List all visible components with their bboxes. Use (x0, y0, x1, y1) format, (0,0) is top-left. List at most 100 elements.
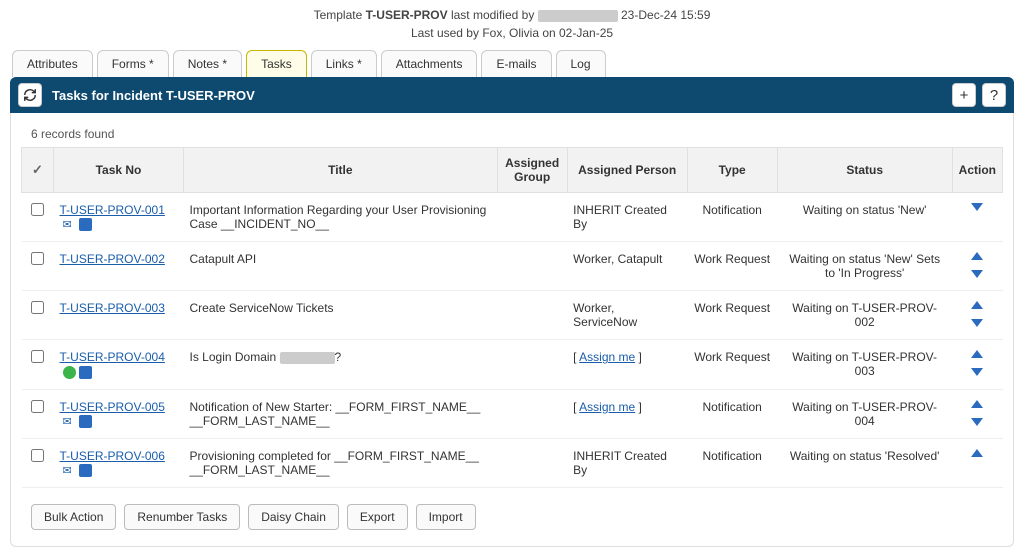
table-row: T-USER-PROV-002Catapult APIWorker, Catap… (22, 242, 1003, 291)
table-row: T-USER-PROV-006✉Provisioning completed f… (22, 438, 1003, 487)
assigned-group (497, 340, 567, 389)
move-down-icon[interactable] (971, 270, 983, 278)
assigned-person: [ Assign me ] (567, 389, 687, 438)
tab-attachments[interactable]: Attachments (381, 50, 478, 77)
task-link[interactable]: T-USER-PROV-004 (60, 350, 165, 364)
form-icon (79, 415, 92, 428)
assigned-person: INHERIT Created By (567, 438, 687, 487)
tab-emails[interactable]: E-mails (481, 50, 551, 77)
task-link[interactable]: T-USER-PROV-001 (60, 203, 165, 217)
task-type: Work Request (687, 291, 777, 340)
records-found: 6 records found (11, 113, 1013, 147)
refresh-icon (23, 88, 37, 102)
table-row: T-USER-PROV-001✉ Important Information Re… (22, 193, 1003, 242)
assigned-person: Worker, ServiceNow (567, 291, 687, 340)
row-checkbox[interactable] (31, 350, 44, 363)
assigned-person: [ Assign me ] (567, 340, 687, 389)
task-title: Important Information Regarding your Use… (184, 193, 498, 242)
mail-icon: ✉ (63, 464, 76, 477)
row-checkbox[interactable] (31, 252, 44, 265)
table-row: T-USER-PROV-005✉Notification of New Star… (22, 389, 1003, 438)
question-icon: ? (990, 87, 998, 104)
row-actions (952, 340, 1002, 389)
task-title: Create ServiceNow Tickets (184, 291, 498, 340)
tab-links[interactable]: Links * (311, 50, 377, 77)
task-link[interactable]: T-USER-PROV-003 (60, 301, 165, 315)
tab-log[interactable]: Log (556, 50, 606, 77)
last-used-text: Last used by Fox, Olivia on 02-Jan-25 (0, 24, 1024, 42)
assign-me-link[interactable]: Assign me (579, 350, 635, 364)
tab-attributes[interactable]: Attributes (12, 50, 93, 77)
task-status: Waiting on status 'New' Sets to 'In Prog… (777, 242, 952, 291)
export-button[interactable]: Export (347, 504, 408, 530)
row-actions (952, 389, 1002, 438)
assigned-person: Worker, Catapult (567, 242, 687, 291)
move-up-icon[interactable] (971, 301, 983, 309)
row-checkbox[interactable] (31, 400, 44, 413)
row-actions (952, 291, 1002, 340)
row-actions (952, 193, 1002, 242)
col-assigned-person[interactable]: Assigned Person (567, 148, 687, 193)
assign-me-link[interactable]: Assign me (579, 400, 635, 414)
task-status: Waiting on T-USER-PROV-003 (777, 340, 952, 389)
table-row: T-USER-PROV-004Is Login Domain XX?[ Assi… (22, 340, 1003, 389)
daisy-chain-button[interactable]: Daisy Chain (248, 504, 339, 530)
move-down-icon[interactable] (971, 319, 983, 327)
template-id: T-USER-PROV (366, 8, 448, 22)
table-header-row: ✓ Task No Title Assigned Group Assigned … (22, 148, 1003, 193)
move-down-icon[interactable] (971, 418, 983, 426)
renumber-tasks-button[interactable]: Renumber Tasks (124, 504, 240, 530)
help-button[interactable]: ? (982, 83, 1006, 107)
plus-icon: + (960, 87, 969, 104)
col-type[interactable]: Type (687, 148, 777, 193)
task-status: Waiting on T-USER-PROV-004 (777, 389, 952, 438)
task-link[interactable]: T-USER-PROV-005 (60, 400, 165, 414)
meta-text: 23-Dec-24 15:59 (618, 8, 711, 22)
row-actions (952, 438, 1002, 487)
col-action[interactable]: Action (952, 148, 1002, 193)
tab-tasks[interactable]: Tasks (246, 50, 307, 77)
assigned-group (497, 291, 567, 340)
task-type: Work Request (687, 242, 777, 291)
assigned-group (497, 438, 567, 487)
table-row: T-USER-PROV-003 Create ServiceNow Tickets… (22, 291, 1003, 340)
col-task-no[interactable]: Task No (54, 148, 184, 193)
move-up-icon[interactable] (971, 400, 983, 408)
task-link[interactable]: T-USER-PROV-002 (60, 252, 165, 266)
panel-title: Tasks for Incident T-USER-PROV (52, 88, 952, 103)
col-assigned-group[interactable]: Assigned Group (497, 148, 567, 193)
tasks-table: ✓ Task No Title Assigned Group Assigned … (21, 147, 1003, 488)
move-down-icon[interactable] (971, 368, 983, 376)
move-up-icon[interactable] (971, 449, 983, 457)
meta-text: Template (314, 8, 366, 22)
row-checkbox[interactable] (31, 301, 44, 314)
row-checkbox[interactable] (31, 449, 44, 462)
redacted-text: XX (280, 352, 335, 364)
move-up-icon[interactable] (971, 252, 983, 260)
move-down-icon[interactable] (971, 203, 983, 211)
panel-header: Tasks for Incident T-USER-PROV + ? (10, 77, 1014, 113)
panel-body: 6 records found ✓ Task No Title Assigned… (10, 113, 1014, 547)
move-up-icon[interactable] (971, 350, 983, 358)
add-button[interactable]: + (952, 83, 976, 107)
form-icon (79, 464, 92, 477)
assigned-group (497, 193, 567, 242)
col-select-all[interactable]: ✓ (22, 148, 54, 193)
tab-notes[interactable]: Notes * (173, 50, 242, 77)
bulk-action-button[interactable]: Bulk Action (31, 504, 116, 530)
assigned-group (497, 242, 567, 291)
refresh-button[interactable] (18, 83, 42, 107)
col-status[interactable]: Status (777, 148, 952, 193)
task-link[interactable]: T-USER-PROV-006 (60, 449, 165, 463)
col-title[interactable]: Title (184, 148, 498, 193)
form-icon (79, 366, 92, 379)
assigned-person: INHERIT Created By (567, 193, 687, 242)
tabs-bar: AttributesForms *Notes *TasksLinks *Atta… (0, 50, 1024, 77)
meta-text: last modified by (448, 8, 538, 22)
task-status: Waiting on status 'New' (777, 193, 952, 242)
mail-icon: ✉ (63, 218, 76, 231)
tab-forms[interactable]: Forms * (97, 50, 169, 77)
row-checkbox[interactable] (31, 203, 44, 216)
import-button[interactable]: Import (416, 504, 476, 530)
row-actions (952, 242, 1002, 291)
